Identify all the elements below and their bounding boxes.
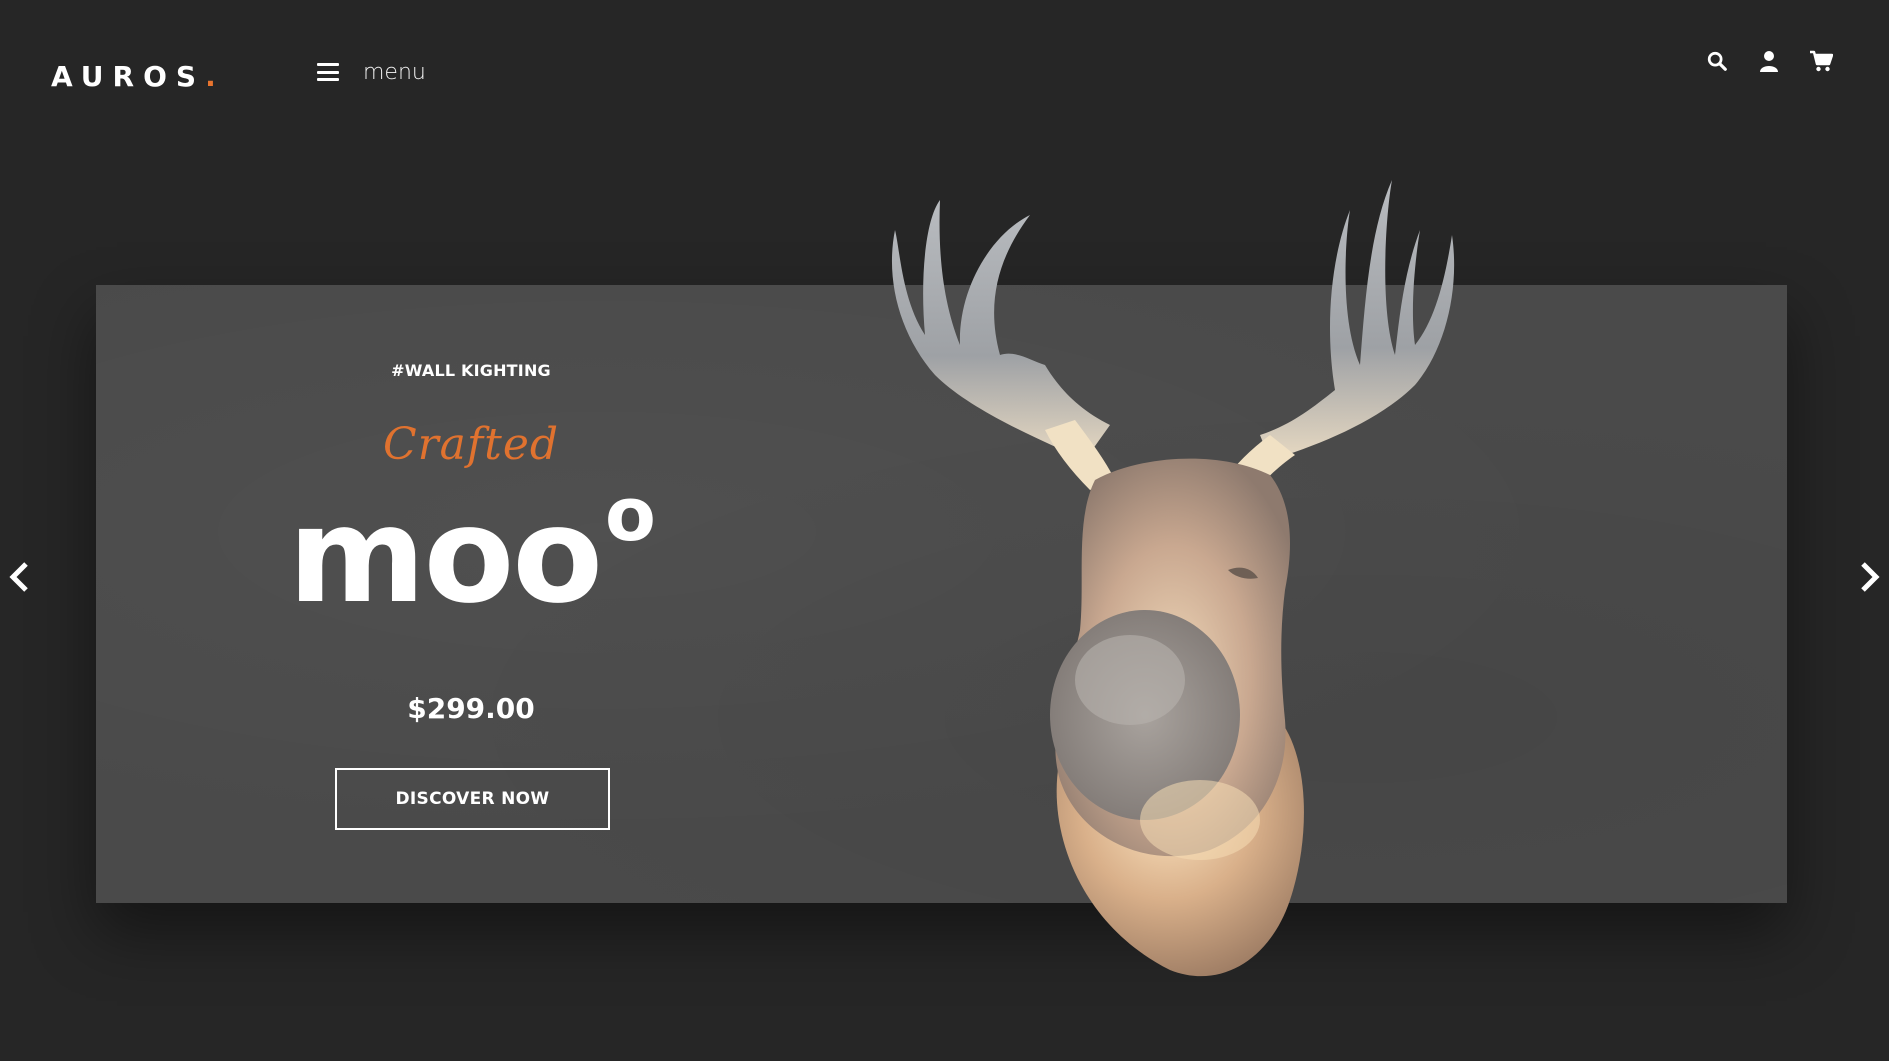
user-icon[interactable] xyxy=(1756,48,1782,74)
hero-content: #WALL KIGHTING Crafted mooo $299.00 DISC… xyxy=(256,285,686,903)
hero-script-text: Crafted xyxy=(382,419,560,470)
logo-dot: . xyxy=(205,60,216,93)
search-icon[interactable] xyxy=(1704,48,1730,74)
product-price: $299.00 xyxy=(407,692,535,725)
moose-head-image xyxy=(891,180,1455,977)
logo-text: AUROS xyxy=(51,60,206,93)
menu-toggle-button[interactable]: menu xyxy=(317,57,426,87)
product-name: mooo xyxy=(256,478,686,622)
previous-slide-button[interactable] xyxy=(4,556,34,598)
chevron-left-icon xyxy=(9,562,28,592)
page: AUROS. menu #WALL KIGHTING Crafted mooo … xyxy=(0,0,1889,1061)
menu-label: menu xyxy=(363,59,426,85)
hamburger-icon xyxy=(317,63,339,81)
next-slide-button[interactable] xyxy=(1855,556,1885,598)
brand-logo[interactable]: AUROS. xyxy=(51,60,216,93)
cart-icon[interactable] xyxy=(1808,48,1834,74)
product-name-text: moo xyxy=(288,479,603,633)
chevron-right-icon xyxy=(1861,562,1880,592)
header-actions xyxy=(1704,48,1834,74)
hero-hashtag: #WALL KIGHTING xyxy=(391,361,551,380)
discover-now-button[interactable]: DISCOVER NOW xyxy=(335,768,610,830)
product-name-superscript: o xyxy=(605,472,656,558)
